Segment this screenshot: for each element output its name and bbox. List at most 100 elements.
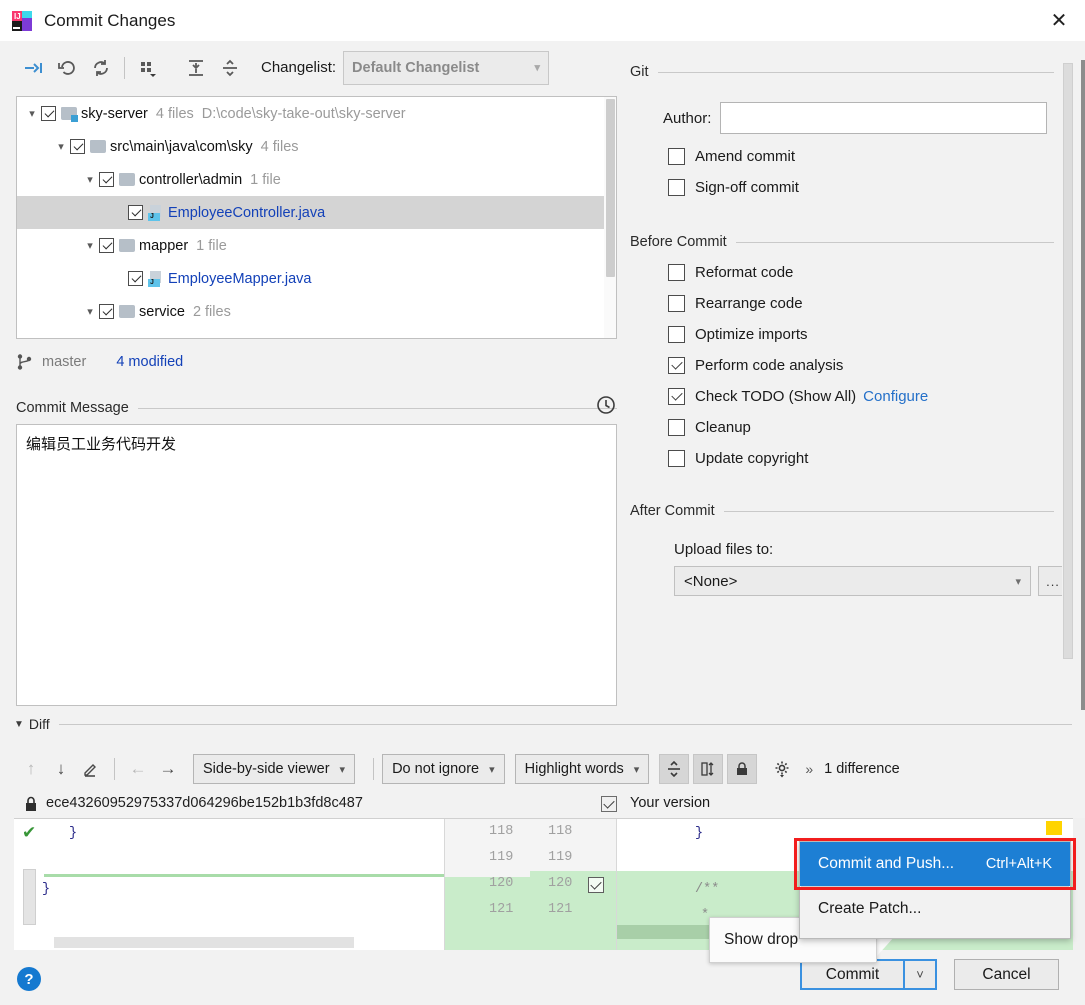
show-diff-icon[interactable]	[16, 51, 50, 85]
edit-source-icon[interactable]	[76, 754, 106, 784]
tree-row[interactable]: J EmployeeController.java	[17, 196, 616, 229]
previous-difference-icon[interactable]: ↑	[16, 754, 46, 784]
tree-row[interactable]: ▾ sky-server 4 files D:\code\sky-take-out\s…	[17, 97, 616, 130]
commit-button[interactable]: Commit	[800, 959, 905, 990]
option-label: Perform code analysis	[695, 357, 844, 374]
synchronize-scroll-icon[interactable]	[693, 754, 724, 784]
module-folder-icon	[61, 107, 78, 122]
author-field[interactable]	[720, 102, 1048, 134]
diff-left-line-1: }	[69, 826, 78, 841]
accept-change-checkbox[interactable]	[588, 877, 604, 893]
option-checkbox[interactable]	[668, 450, 685, 467]
tree-row-checkbox[interactable]	[99, 172, 114, 187]
your-version-checkbox[interactable]	[601, 796, 617, 812]
modified-count-link[interactable]: 4 modified	[116, 354, 183, 370]
collapse-unchanged-icon[interactable]	[659, 754, 690, 784]
diff-horizontal-scrollbar[interactable]	[54, 937, 354, 948]
commit-message-input[interactable]: 编辑员工业务代码开发	[16, 424, 617, 706]
chevron-down-icon[interactable]: ▾	[81, 305, 99, 318]
changed-files-tree[interactable]: ▾ sky-server 4 files D:\code\sky-take-out\s…	[16, 96, 617, 339]
more-options-icon[interactable]: »	[805, 761, 813, 777]
diff-left-pane[interactable]: ✔ } }	[14, 819, 444, 950]
changelist-select[interactable]: Default Changelist ▾	[343, 50, 550, 85]
configure-link[interactable]: Configure	[863, 388, 928, 405]
diff-section-header[interactable]: ▼ Diff	[14, 713, 1072, 735]
tree-row-checkbox[interactable]	[99, 304, 114, 319]
option-checkbox[interactable]	[668, 295, 685, 312]
clock-icon[interactable]	[595, 394, 617, 416]
diff-vertical-scrollbar[interactable]	[1073, 818, 1085, 950]
before-commit-option[interactable]: Update copyright	[668, 450, 1070, 467]
before-commit-option[interactable]: Check TODO (Show All) Configure	[668, 388, 1070, 405]
commit-dropdown-menu[interactable]: Commit and Push... Ctrl+Alt+K Create Patch…	[799, 841, 1071, 939]
expand-all-icon[interactable]	[179, 51, 213, 85]
next-difference-icon[interactable]: ↓	[46, 754, 76, 784]
before-commit-option[interactable]: Optimize imports	[668, 326, 1070, 343]
tree-scrollbar-thumb[interactable]	[606, 99, 615, 277]
option-checkbox[interactable]	[668, 357, 685, 374]
tree-row[interactable]: J EmployeeMapper.java	[17, 262, 616, 295]
option-checkbox[interactable]	[668, 179, 685, 196]
commit-dropdown-button[interactable]: ˅	[905, 959, 937, 990]
help-button[interactable]: ?	[17, 967, 41, 991]
refresh-icon[interactable]	[84, 51, 118, 85]
highlight-mode-select[interactable]: Highlight words ▾	[514, 754, 650, 784]
option-checkbox[interactable]	[668, 388, 685, 405]
cancel-button[interactable]: Cancel	[954, 959, 1059, 990]
tree-row-checkbox[interactable]	[41, 106, 56, 121]
folder-icon	[119, 173, 135, 186]
option-checkbox[interactable]	[668, 326, 685, 343]
viewer-mode-select[interactable]: Side-by-side viewer ▾	[193, 754, 356, 784]
git-option[interactable]: Amend commit	[668, 148, 1070, 165]
gear-icon[interactable]	[767, 754, 797, 784]
group-by-icon[interactable]	[131, 51, 165, 85]
ignore-mode-select[interactable]: Do not ignore ▾	[382, 754, 505, 784]
lock-icon[interactable]	[727, 754, 758, 784]
after-commit-header: After Commit	[630, 503, 1070, 519]
tree-row[interactable]: ▾ controller\admin 1 file	[17, 163, 616, 196]
tree-scrollbar[interactable]	[604, 97, 616, 338]
tree-row-checkbox[interactable]	[70, 139, 85, 154]
chevron-down-icon[interactable]: ▾	[23, 107, 41, 120]
menu-item[interactable]: Commit and Push... Ctrl+Alt+K	[800, 842, 1070, 886]
chevron-down-icon[interactable]: ▾	[81, 173, 99, 186]
before-commit-option[interactable]: Cleanup	[668, 419, 1070, 436]
options-scrollbar-thumb[interactable]	[1063, 63, 1073, 659]
option-checkbox[interactable]	[668, 419, 685, 436]
option-checkbox[interactable]	[668, 148, 685, 165]
tree-row[interactable]: ▾ mapper 1 file	[17, 229, 616, 262]
collapse-all-icon[interactable]	[213, 51, 247, 85]
diff-left-line-3: }	[42, 882, 51, 897]
before-commit-option[interactable]: Reformat code	[668, 264, 1070, 281]
revert-icon[interactable]	[50, 51, 84, 85]
chevron-down-icon[interactable]: ▾	[52, 140, 70, 153]
panel-splitter[interactable]	[1081, 60, 1085, 710]
apply-right-icon[interactable]: →	[153, 754, 183, 784]
upload-target-select[interactable]: <None> ▾	[674, 566, 1031, 596]
options-scrollbar[interactable]	[1062, 63, 1074, 660]
close-icon[interactable]: ✕	[1033, 0, 1085, 41]
before-commit-option[interactable]: Rearrange code	[668, 295, 1070, 312]
git-option[interactable]: Sign-off commit	[668, 179, 1070, 196]
folder-icon	[119, 239, 135, 252]
before-commit-header: Before Commit	[630, 234, 1070, 250]
svg-text:IJ: IJ	[14, 12, 21, 21]
tree-row[interactable]: ▾ service 2 files	[17, 295, 616, 328]
diff-left-marker	[23, 869, 36, 925]
after-commit-label: After Commit	[630, 503, 715, 519]
toolbar-divider	[114, 758, 115, 780]
before-commit-option[interactable]: Perform code analysis	[668, 357, 1070, 374]
git-section-header: Git	[630, 64, 1070, 80]
menu-item[interactable]: Create Patch...	[800, 887, 1070, 931]
line-number-right: 119	[548, 850, 573, 865]
tree-row-checkbox[interactable]	[128, 271, 143, 286]
tree-row-checkbox[interactable]	[99, 238, 114, 253]
section-divider	[58, 723, 1072, 725]
tree-row[interactable]: ▾ src\main\java\com\sky 4 files	[17, 130, 616, 163]
apply-left-icon[interactable]: ←	[123, 754, 153, 784]
highlight-mode-value: Highlight words	[524, 761, 624, 777]
tree-row-checkbox[interactable]	[128, 205, 143, 220]
option-checkbox[interactable]	[668, 264, 685, 281]
chevron-down-icon: ▾	[339, 763, 346, 776]
chevron-down-icon[interactable]: ▾	[81, 239, 99, 252]
